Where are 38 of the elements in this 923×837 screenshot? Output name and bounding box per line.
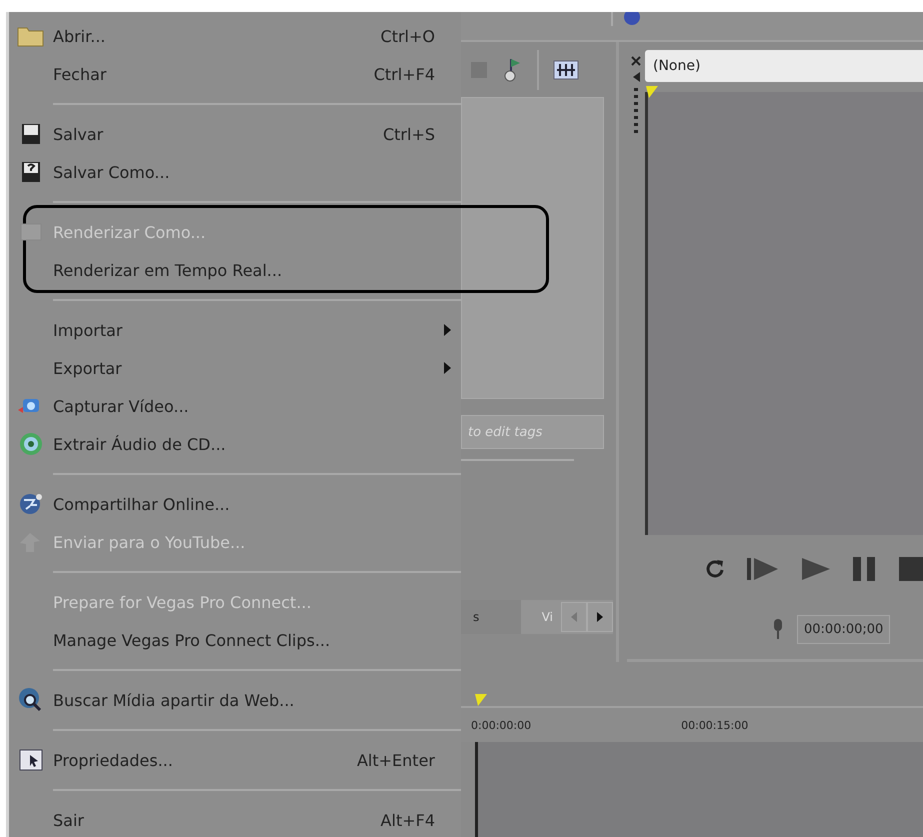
menu-item[interactable]: Buscar Mídia apartir da Web...	[9, 681, 461, 719]
preview-dropdown[interactable]: (None)	[645, 50, 923, 82]
menu-item[interactable]: Extrair Áudio de CD...	[9, 425, 461, 463]
tags-field[interactable]: to edit tags	[461, 415, 604, 449]
play-from-start-icon[interactable]	[747, 556, 779, 582]
search-icon	[18, 687, 44, 713]
menu-item[interactable]: Propriedades... Alt+Enter	[9, 741, 461, 779]
microphone-icon	[773, 619, 783, 639]
menu-item[interactable]: Exportar	[9, 349, 461, 387]
menu-item[interactable]: Importar	[9, 311, 461, 349]
marker-icon	[646, 86, 658, 98]
menu-item[interactable]: Salvar Como...	[9, 153, 461, 191]
loop-icon[interactable]	[705, 558, 725, 580]
timecode-display: 00:00:00;00	[797, 614, 890, 644]
menu-item[interactable]: Abrir... Ctrl+O	[9, 17, 461, 55]
ruler-label: 00:00:15:00	[681, 718, 748, 732]
collapse-arrow-icon[interactable]	[632, 72, 640, 82]
cd-icon	[19, 432, 43, 456]
ruler-label: 0:00:00:00	[471, 718, 532, 732]
right-arrow-icon	[597, 612, 603, 622]
film-icon	[20, 222, 42, 242]
close-icon[interactable]	[631, 56, 641, 66]
pause-icon[interactable]	[853, 557, 877, 581]
grip-icon[interactable]	[634, 88, 638, 136]
scroll-right-button[interactable]	[587, 602, 613, 632]
menu-item[interactable]: Compartilhar Online...	[9, 485, 461, 523]
panel-tab[interactable]: s	[461, 600, 521, 634]
left-arrow-icon	[571, 612, 577, 622]
grid-icon[interactable]	[553, 60, 579, 80]
menu-item[interactable]: Fechar Ctrl+F4	[9, 55, 461, 93]
menu-item[interactable]: Capturar Vídeo...	[9, 387, 461, 425]
menu-item[interactable]: Manage Vegas Pro Connect Clips...	[9, 621, 461, 659]
menu-item[interactable]: Sair Alt+F4	[9, 801, 461, 837]
properties-icon	[19, 749, 43, 771]
play-icon[interactable]	[801, 556, 831, 582]
menu-item[interactable]: Salvar Ctrl+S	[9, 115, 461, 153]
menu-item[interactable]: Renderizar em Tempo Real...	[9, 251, 461, 289]
folder-icon	[17, 25, 45, 47]
